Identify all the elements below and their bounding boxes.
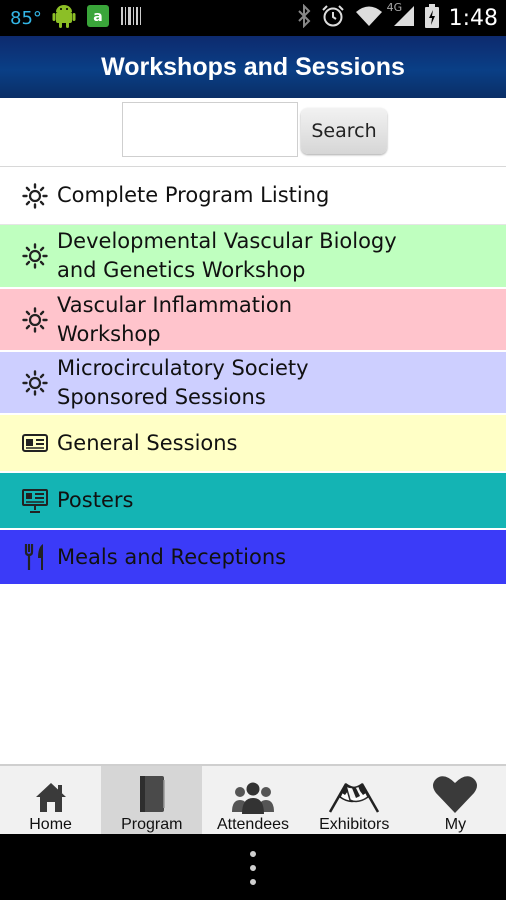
tab-label: Exhibitors: [319, 816, 390, 833]
heart-icon: [432, 770, 478, 814]
list-item-complete-program[interactable]: Complete Program Listing: [0, 167, 506, 225]
page-title: Workshops and Sessions: [101, 52, 405, 81]
amazon-app-icon: a: [86, 4, 110, 32]
network-label: 4G: [386, 1, 403, 14]
list-item-meals-receptions[interactable]: Meals and Receptions: [0, 530, 506, 586]
alarm-icon: [321, 4, 345, 32]
tab-label: Program: [121, 816, 183, 833]
tab-program[interactable]: Program: [101, 766, 203, 836]
search-input[interactable]: [122, 102, 298, 157]
wifi-icon: [355, 5, 383, 31]
list-item-developmental-vascular[interactable]: Developmental Vascular Biology and Genet…: [0, 225, 506, 289]
menu-dot: [250, 851, 256, 857]
system-nav-bar: [0, 834, 506, 900]
list-item-posters[interactable]: Posters: [0, 473, 506, 530]
status-bar: 85° a 4G 1:48: [0, 0, 506, 36]
people-icon: [230, 770, 276, 814]
tab-attendees[interactable]: Attendees: [202, 766, 303, 836]
book-icon: [137, 770, 167, 814]
checkered-flags-icon: [324, 770, 384, 814]
network-type: 4G: [387, 1, 415, 31]
list-item-label: Complete Program Listing: [57, 183, 330, 207]
bottom-tab-bar: Home Program Attendees Exhibitors My: [0, 764, 506, 836]
overflow-menu-icon[interactable]: [246, 851, 260, 885]
menu-dot: [250, 865, 256, 871]
tab-exhibitors[interactable]: Exhibitors: [304, 766, 405, 836]
android-robot-icon: [52, 3, 76, 33]
program-category-list: Complete Program Listing Developmental V…: [0, 167, 506, 586]
list-item-general-sessions[interactable]: General Sessions: [0, 415, 506, 473]
fork-knife-icon: [22, 544, 48, 570]
temperature-text: 85°: [10, 7, 42, 29]
tab-home[interactable]: Home: [0, 766, 101, 836]
title-bar: Workshops and Sessions: [0, 36, 506, 98]
list-item-microcirculatory-society[interactable]: Microcirculatory Society Sponsored Sessi…: [0, 352, 506, 415]
sun-icon: [22, 369, 48, 396]
tab-my[interactable]: My: [405, 766, 506, 836]
barcode-icon: [120, 5, 142, 31]
sun-icon: [22, 306, 48, 333]
list-item-label: General Sessions: [57, 430, 238, 455]
list-item-label: Meals and Receptions: [57, 544, 287, 569]
list-item-label: Developmental Vascular Biology and Genet…: [57, 229, 397, 282]
battery-icon: [424, 4, 439, 32]
list-item-label: Vascular Inflammation Workshop: [57, 292, 293, 346]
search-button[interactable]: Search: [301, 108, 387, 154]
tab-label: Attendees: [216, 816, 290, 833]
tab-label: Home: [29, 816, 72, 833]
sun-icon: [22, 182, 48, 209]
bluetooth-icon: [297, 3, 311, 32]
svg-text:a: a: [93, 9, 102, 25]
list-item-label: Posters: [57, 488, 134, 512]
sun-icon: [22, 243, 48, 269]
clock-time: 1:48: [448, 5, 498, 31]
status-bar-right: 4G 1:48: [297, 1, 498, 32]
presentation-board-icon: [22, 488, 48, 514]
id-card-icon: [22, 430, 48, 456]
list-item-vascular-inflammation[interactable]: Vascular Inflammation Workshop: [0, 289, 506, 352]
list-item-label: Microcirculatory Society Sponsored Sessi…: [57, 355, 309, 409]
search-bar: Search: [0, 98, 506, 167]
home-icon: [34, 770, 68, 814]
menu-dot: [250, 879, 256, 885]
status-bar-left: 85° a: [10, 4, 142, 32]
tab-label: My: [444, 816, 467, 833]
